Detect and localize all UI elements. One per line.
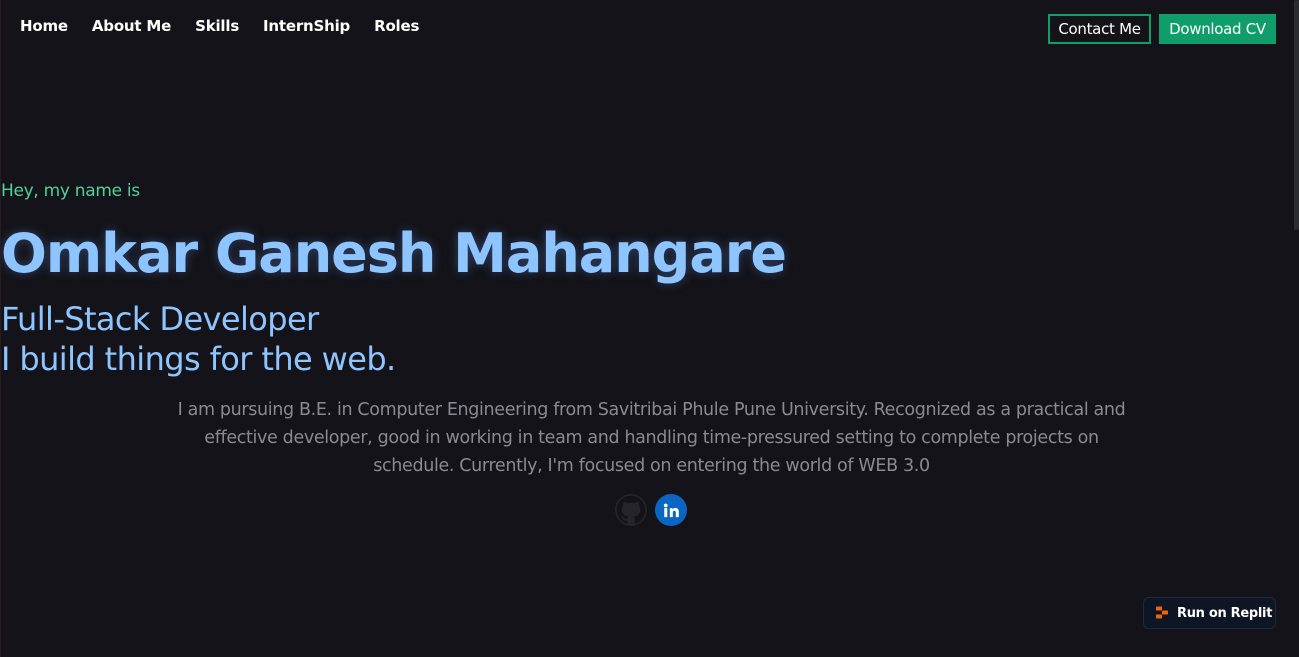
nav-home[interactable]: Home	[20, 17, 68, 35]
hero-tagline: I build things for the web.	[1, 340, 396, 378]
hero-name: Omkar Ganesh Mahangare	[1, 222, 787, 285]
nav-about-me[interactable]: About Me	[92, 17, 171, 35]
hero-bio: I am pursuing B.E. in Computer Engineeri…	[177, 400, 1126, 476]
run-on-replit-button[interactable]: Run on Replit	[1143, 597, 1276, 629]
nav-skills[interactable]: Skills	[195, 17, 239, 35]
download-cv-button[interactable]: Download CV	[1159, 14, 1276, 44]
nav-roles[interactable]: Roles	[374, 17, 419, 35]
page: Home About Me Skills InternShip Roles Co…	[0, 0, 1299, 657]
social-links	[615, 494, 687, 526]
linkedin-icon[interactable]	[655, 494, 687, 526]
hero-role: Full-Stack Developer	[1, 300, 319, 338]
scrollbar[interactable]	[1294, 0, 1299, 657]
nav-internship[interactable]: InternShip	[263, 17, 350, 35]
linkedin-icon-glyph	[663, 503, 679, 518]
hero-greeting: Hey, my name is	[1, 181, 140, 201]
scrollbar-thumb[interactable]	[1294, 0, 1299, 230]
github-icon-glyph	[616, 495, 646, 524]
replit-label: Run on Replit	[1177, 605, 1273, 621]
main-nav: Home About Me Skills InternShip Roles	[20, 17, 443, 35]
github-icon[interactable]	[615, 494, 647, 526]
replit-icon	[1156, 606, 1168, 619]
contact-me-button[interactable]: Contact Me	[1048, 14, 1151, 44]
